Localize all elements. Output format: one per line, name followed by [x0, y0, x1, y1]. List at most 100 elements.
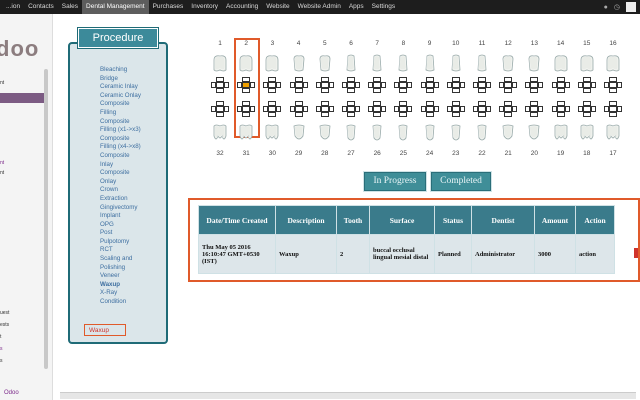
procedure-item[interactable]: Crown	[100, 186, 141, 195]
sidebar-item[interactable]: nt	[0, 160, 4, 166]
upper-tooth-icon[interactable]	[422, 54, 438, 72]
tooth-surface-grid[interactable]	[342, 77, 360, 93]
tooth-surface-grid[interactable]	[237, 101, 256, 117]
tooth-surface-grid[interactable]	[211, 101, 229, 117]
lower-tooth-icon[interactable]	[264, 124, 280, 142]
upper-tooth-icon[interactable]	[448, 54, 464, 72]
sidebar-selected-item[interactable]	[0, 93, 44, 103]
lower-tooth-icon[interactable]	[238, 124, 254, 142]
sidebar-item[interactable]: s	[0, 346, 3, 352]
tooth-surface-grid[interactable]	[525, 77, 544, 93]
procedure-item[interactable]: Filling (x1->x3)	[100, 126, 141, 135]
sidebar-item[interactable]: nt	[0, 80, 4, 86]
procedure-item[interactable]: Composite	[100, 100, 141, 109]
lower-tooth-icon[interactable]	[422, 124, 438, 142]
procedure-item[interactable]: Composite	[100, 169, 141, 178]
tooth-surface-grid[interactable]	[211, 77, 229, 93]
tooth-surface-grid[interactable]	[394, 77, 413, 93]
menu-item-dental-management[interactable]: Dental Management	[82, 0, 149, 14]
tooth-surface-grid[interactable]	[446, 101, 465, 117]
procedure-item[interactable]: Veneer	[100, 272, 141, 281]
upper-tooth-icon[interactable]	[291, 54, 307, 72]
tooth-surface-grid[interactable]	[551, 77, 570, 93]
procedure-item[interactable]: Inlay	[100, 161, 141, 170]
procedure-item[interactable]: Onlay	[100, 178, 141, 187]
procedure-item[interactable]: X-Ray	[100, 289, 141, 298]
lower-tooth-icon[interactable]	[212, 124, 228, 142]
procedure-item[interactable]: Pulpotomy	[100, 238, 141, 247]
tooth-surface-grid[interactable]	[289, 77, 308, 93]
sidebar-item[interactable]: t	[0, 334, 1, 340]
tooth-surface-grid[interactable]	[368, 77, 387, 93]
menu-item-purchases[interactable]: Purchases	[149, 0, 188, 14]
messages-icon[interactable]: ●	[604, 4, 608, 11]
menu-item-apps[interactable]: Apps	[345, 0, 368, 14]
procedure-item[interactable]: RCT	[100, 246, 141, 255]
tooth-surface-grid[interactable]	[263, 77, 282, 93]
tooth-surface-grid[interactable]	[237, 77, 256, 93]
procedure-item[interactable]: Scaling and	[100, 255, 141, 264]
avatar[interactable]	[626, 2, 636, 12]
sidebar-item[interactable]: ests	[0, 322, 9, 328]
lower-tooth-icon[interactable]	[526, 124, 542, 142]
menu-item-prefix[interactable]: ...ion	[2, 0, 24, 14]
tooth-surface-grid[interactable]	[499, 77, 518, 93]
procedure-item[interactable]: Filling (x4->x8)	[100, 143, 141, 152]
sidebar-item[interactable]: nt	[0, 170, 4, 176]
lower-tooth-icon[interactable]	[553, 124, 569, 142]
menu-item-website-admin[interactable]: Website Admin	[294, 0, 345, 14]
tooth-surface-grid[interactable]	[289, 101, 308, 117]
upper-tooth-icon[interactable]	[369, 54, 385, 72]
clock-icon[interactable]: ◷	[614, 3, 620, 11]
tooth-surface-grid[interactable]	[473, 77, 491, 93]
menu-item-settings[interactable]: Settings	[368, 0, 400, 14]
upper-tooth-icon[interactable]	[553, 54, 569, 72]
tooth-surface-grid[interactable]	[473, 101, 491, 117]
menu-item-inventory[interactable]: Inventory	[187, 0, 222, 14]
procedure-item[interactable]: Bridge	[100, 75, 141, 84]
menu-item-sales[interactable]: Sales	[58, 0, 82, 14]
upper-tooth-icon[interactable]	[238, 54, 254, 72]
tooth-surface-grid[interactable]	[604, 77, 622, 93]
procedure-item[interactable]: Post	[100, 229, 141, 238]
horizontal-scrollbar[interactable]	[60, 392, 636, 399]
menu-item-contacts[interactable]: Contacts	[24, 0, 58, 14]
delete-icon[interactable]	[634, 248, 638, 258]
tooth-surface-grid[interactable]	[551, 101, 570, 117]
tooth-surface-grid[interactable]	[315, 77, 334, 93]
upper-tooth-icon[interactable]	[395, 54, 411, 72]
upper-tooth-icon[interactable]	[579, 54, 595, 72]
procedure-item[interactable]: Implant	[100, 212, 141, 221]
table-row[interactable]: Thu May 05 2016 16:10:47 GMT+0530 (IST) …	[198, 234, 615, 274]
procedure-item[interactable]: Waxup	[100, 281, 141, 290]
cell-action[interactable]: action	[575, 234, 615, 274]
upper-tooth-icon[interactable]	[343, 54, 359, 72]
sidebar-item[interactable]: s	[0, 358, 3, 364]
completed-button[interactable]: Completed	[431, 172, 491, 191]
lower-tooth-icon[interactable]	[291, 124, 307, 142]
selected-procedure-waxup[interactable]: Waxup	[84, 324, 126, 336]
lower-tooth-icon[interactable]	[474, 124, 490, 142]
powered-by-odoo[interactable]: Odoo	[4, 390, 19, 396]
procedure-item[interactable]: Ceramic Onlay	[100, 92, 141, 101]
tooth-surface-grid[interactable]	[604, 101, 622, 117]
procedure-item[interactable]: Composite	[100, 135, 141, 144]
menu-item-accounting[interactable]: Accounting	[222, 0, 262, 14]
procedure-item[interactable]: Condition	[100, 298, 141, 307]
tooth-surface-grid[interactable]	[499, 101, 518, 117]
upper-tooth-icon[interactable]	[605, 54, 621, 72]
tooth-surface-grid[interactable]	[394, 101, 413, 117]
procedure-item[interactable]: Filling	[100, 109, 141, 118]
sidebar-item[interactable]: uest	[0, 310, 9, 316]
tooth-surface-grid[interactable]	[420, 101, 439, 117]
tooth-surface-grid[interactable]	[315, 101, 334, 117]
lower-tooth-icon[interactable]	[605, 124, 621, 142]
lower-tooth-icon[interactable]	[500, 124, 516, 142]
tooth-surface-grid[interactable]	[263, 101, 282, 117]
tooth-surface-grid[interactable]	[368, 101, 387, 117]
procedure-item[interactable]: Gingivectomy	[100, 204, 141, 213]
tooth-surface-grid[interactable]	[446, 77, 465, 93]
procedure-item[interactable]: Ceramic Inlay	[100, 83, 141, 92]
procedure-item[interactable]: Composite	[100, 118, 141, 127]
lower-tooth-icon[interactable]	[343, 124, 359, 142]
